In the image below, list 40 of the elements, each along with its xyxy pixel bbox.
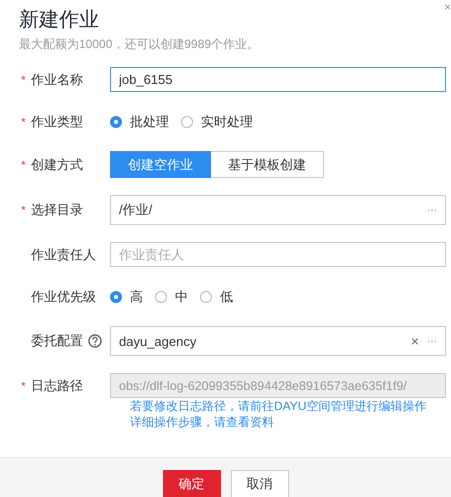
radio-button[interactable] (181, 116, 193, 128)
field-label: 作业类型 (31, 112, 83, 130)
radio-button[interactable] (155, 290, 167, 302)
radio-label[interactable]: 中 (175, 288, 188, 306)
dialog-title: 新建作业 (19, 8, 99, 33)
radio-label[interactable]: 高 (130, 288, 143, 306)
radio-button[interactable] (200, 290, 212, 302)
quota-note: 最大配额为10000，还可以创建9989个作业。 (19, 36, 260, 53)
field-value: /作业/ (119, 201, 154, 219)
help-icon[interactable] (88, 334, 102, 348)
more-icon[interactable]: ··· (427, 336, 437, 346)
select-field[interactable]: /作业/ ··· (110, 195, 446, 225)
field-label: 选择目录 (31, 201, 83, 219)
more-icon[interactable]: ··· (427, 204, 437, 216)
confirm-button[interactable]: 确定 (162, 470, 220, 497)
required-mark: * (21, 158, 27, 172)
radio-label[interactable]: 批处理 (130, 112, 169, 130)
field-label: 作业责任人 (31, 246, 96, 264)
cancel-button[interactable]: 取消 (230, 470, 288, 497)
radio-label[interactable]: 实时处理 (201, 112, 253, 130)
required-mark: * (21, 203, 27, 217)
field-label: 作业优先级 (31, 288, 96, 306)
text-field[interactable]: job_6155 (110, 67, 446, 92)
log-path-field: obs://dlf-log-62099355b894428e8916573ae635f1f9/ (110, 373, 446, 398)
radio-button[interactable] (110, 290, 122, 302)
required-mark: * (21, 114, 27, 128)
field-value: dayu_agency (119, 334, 198, 348)
radio-button[interactable] (110, 116, 122, 128)
radio-label[interactable]: 低 (220, 288, 233, 306)
help-link[interactable]: 详细操作步骤，请查看资料 (110, 414, 446, 430)
text-field[interactable]: 作业责任人 (110, 242, 446, 267)
clear-icon[interactable]: × (410, 333, 419, 349)
required-mark: * (21, 72, 27, 86)
field-label: 创建方式 (31, 156, 83, 174)
required-mark: * (21, 378, 27, 392)
select-field[interactable]: dayu_agency × ··· (110, 326, 446, 356)
field-label: 日志路径 (31, 376, 83, 394)
segment-tab[interactable]: 基于模板创建 (211, 151, 324, 178)
field-label: 委托配置 (31, 332, 83, 350)
field-label: 作业名称 (31, 70, 83, 88)
